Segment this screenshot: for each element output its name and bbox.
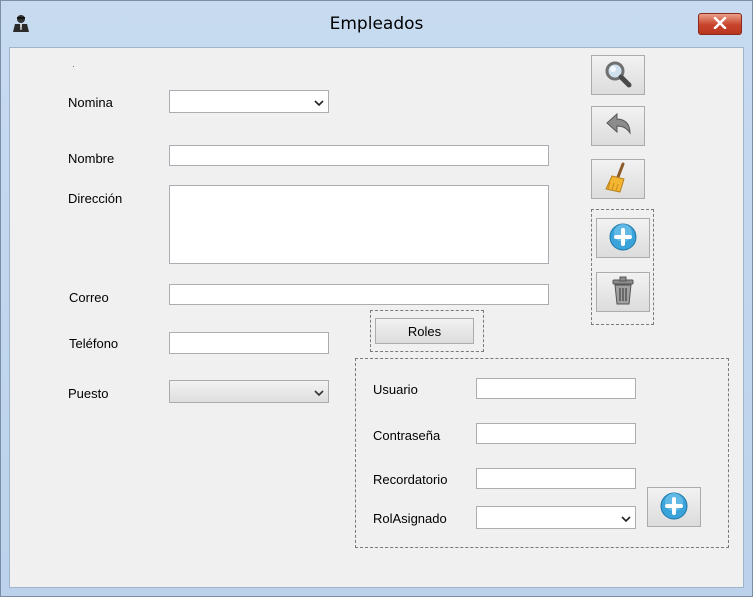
form-area: Nomina Nombre Dirección Correo Teléfono … xyxy=(9,47,744,588)
puesto-select[interactable] xyxy=(169,380,329,403)
rol-asignado-label: RolAsignado xyxy=(373,511,447,526)
direccion-label: Dirección xyxy=(68,191,123,206)
rol-asignado-select[interactable] xyxy=(476,506,636,529)
undo-button[interactable] xyxy=(591,106,645,146)
telefono-field[interactable] xyxy=(169,332,329,354)
contrasena-field[interactable] xyxy=(476,423,636,444)
chevron-down-icon xyxy=(621,512,631,527)
roles-button[interactable]: Roles xyxy=(375,318,474,344)
nomina-select[interactable] xyxy=(169,90,329,113)
add-user-button[interactable] xyxy=(647,487,701,527)
add-icon xyxy=(608,222,638,255)
puesto-label: Puesto xyxy=(68,386,109,401)
direccion-field[interactable] xyxy=(169,185,549,264)
telefono-label: Teléfono xyxy=(69,336,119,351)
close-button[interactable] xyxy=(698,13,742,35)
broom-icon xyxy=(603,162,633,197)
undo-icon xyxy=(603,111,633,142)
chevron-down-icon xyxy=(314,96,324,111)
nombre-label: Nombre xyxy=(68,151,115,166)
chevron-down-icon xyxy=(314,386,324,401)
recordatorio-field[interactable] xyxy=(476,468,636,489)
usuario-field[interactable] xyxy=(476,378,636,399)
recordatorio-label: Recordatorio xyxy=(373,472,448,487)
delete-button[interactable] xyxy=(596,272,650,312)
title-bar: Empleados xyxy=(1,1,752,47)
trash-icon xyxy=(610,276,636,309)
add-icon xyxy=(659,491,689,524)
search-button[interactable] xyxy=(591,55,645,95)
clear-button[interactable] xyxy=(591,159,645,199)
contrasena-label: Contraseña xyxy=(373,428,441,443)
nomina-label: Nomina xyxy=(68,95,113,110)
nombre-field[interactable] xyxy=(169,145,549,166)
usuario-label: Usuario xyxy=(373,382,418,397)
window-title: Empleados xyxy=(329,14,424,34)
correo-field[interactable] xyxy=(169,284,549,305)
add-button[interactable] xyxy=(596,218,650,258)
dot-artifact xyxy=(73,66,74,67)
search-icon xyxy=(603,59,633,92)
window: Empleados Nomina Nombre Dirección Correo xyxy=(0,0,753,597)
close-icon xyxy=(713,16,727,32)
correo-label: Correo xyxy=(69,290,109,305)
